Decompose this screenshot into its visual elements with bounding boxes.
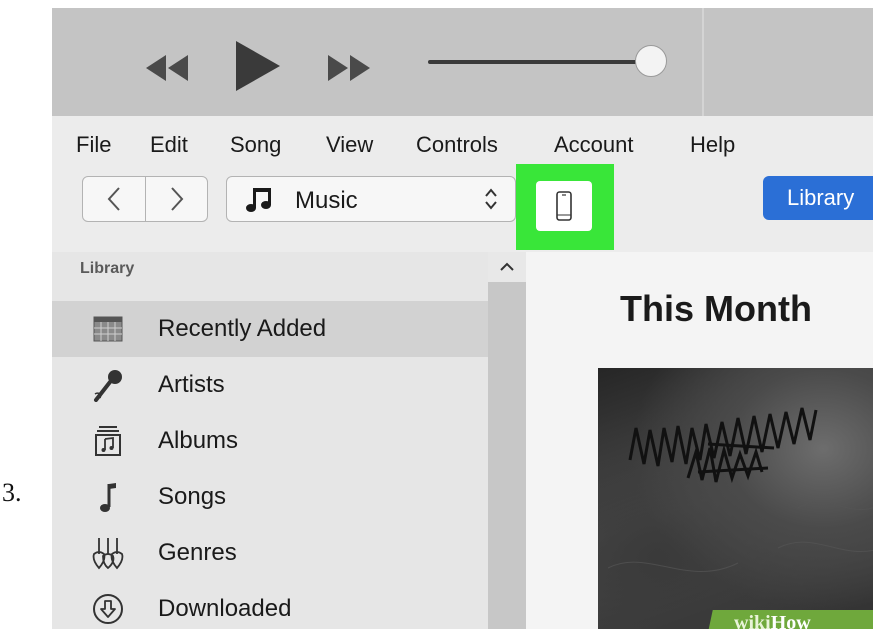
chevron-up-icon xyxy=(500,262,514,271)
calendar-grid-icon xyxy=(90,311,126,347)
media-kind-label: Music xyxy=(295,187,358,214)
menu-song[interactable]: Song xyxy=(230,132,281,158)
watermark-wiki: wiki xyxy=(734,612,771,629)
sidebar-item-label: Genres xyxy=(158,539,237,566)
volume-slider-track[interactable] xyxy=(428,60,642,64)
main-content: This Month wikiHow xyxy=(526,252,873,629)
sidebar-item-label: Songs xyxy=(158,483,227,510)
sidebar-item-downloaded[interactable]: Downloaded xyxy=(52,581,488,629)
toolbar: Music Library xyxy=(52,164,873,252)
menu-help[interactable]: Help xyxy=(690,132,735,158)
section-title: This Month xyxy=(620,288,812,329)
menu-file[interactable]: File xyxy=(76,132,111,158)
volume-slider-knob[interactable] xyxy=(635,45,667,77)
album-artwork[interactable] xyxy=(598,368,873,629)
sidebar-item-label: Artists xyxy=(158,371,225,398)
sidebar: Library Recently Added Artists Albums So… xyxy=(52,252,488,629)
sidebar-item-songs[interactable]: Songs xyxy=(52,469,488,525)
album-stack-icon xyxy=(90,423,126,459)
menu-view[interactable]: View xyxy=(326,132,373,158)
player-divider xyxy=(702,8,704,116)
play-icon[interactable] xyxy=(236,41,280,91)
device-button[interactable] xyxy=(536,181,592,231)
media-kind-select[interactable]: Music xyxy=(226,176,516,222)
back-button[interactable] xyxy=(83,177,146,221)
sidebar-heading: Library xyxy=(80,260,135,277)
music-note-icon xyxy=(246,188,271,212)
music-note-icon xyxy=(90,479,126,515)
sidebar-item-recently-added[interactable]: Recently Added xyxy=(52,301,488,357)
navigation-buttons xyxy=(82,176,208,222)
player-bar xyxy=(52,8,873,116)
sidebar-item-label: Downloaded xyxy=(158,595,292,622)
menu-controls[interactable]: Controls xyxy=(416,132,498,158)
itunes-window: File Edit Song View Controls Account Hel… xyxy=(52,8,873,629)
microphone-icon xyxy=(90,367,126,403)
download-circle-icon xyxy=(90,591,126,627)
fast-forward-icon[interactable] xyxy=(328,55,370,81)
sidebar-item-albums[interactable]: Albums xyxy=(52,413,488,469)
rewind-icon[interactable] xyxy=(146,55,188,81)
sidebar-item-label: Recently Added xyxy=(158,315,327,342)
menu-bar: File Edit Song View Controls Account Hel… xyxy=(52,116,873,164)
chevron-left-icon xyxy=(107,187,120,211)
guitar-icon xyxy=(90,535,126,571)
album-logo-art xyxy=(607,407,873,572)
sidebar-item-label: Albums xyxy=(158,427,239,454)
library-button[interactable]: Library xyxy=(763,176,873,220)
sidebar-item-artists[interactable]: Artists xyxy=(52,357,488,413)
menu-edit[interactable]: Edit xyxy=(150,132,188,158)
watermark-how: How xyxy=(770,612,811,629)
forward-button[interactable] xyxy=(146,177,207,221)
up-down-chevron-icon xyxy=(485,188,497,210)
scroll-up-button[interactable] xyxy=(488,252,526,282)
iphone-icon xyxy=(556,191,572,221)
sidebar-scrollbar[interactable] xyxy=(488,252,526,629)
menu-account[interactable]: Account xyxy=(554,132,634,158)
step-number: 3. xyxy=(2,478,22,507)
wikihow-watermark: wikiHow xyxy=(734,612,811,629)
chevron-right-icon xyxy=(171,187,184,211)
sidebar-item-genres[interactable]: Genres xyxy=(52,525,488,581)
